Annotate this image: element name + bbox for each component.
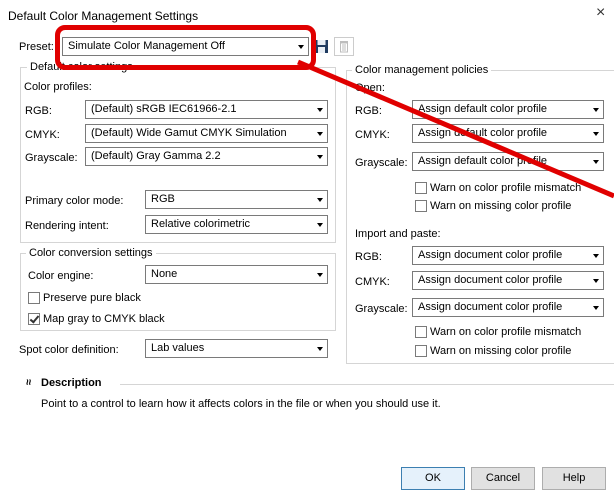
dialog: Default Color Management Settings × Pres… [0, 0, 614, 499]
annotation-arrow-icon [297, 59, 614, 199]
